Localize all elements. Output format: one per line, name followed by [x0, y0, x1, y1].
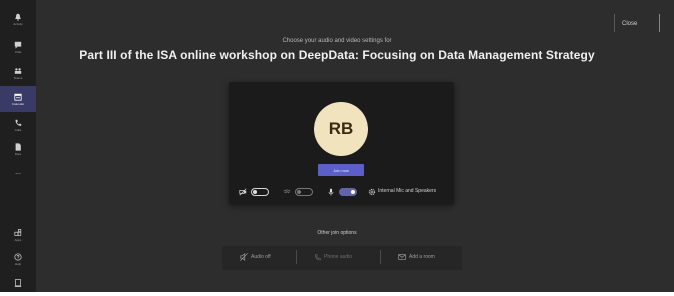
sidebar-item-calls[interactable]: Calls — [0, 112, 36, 138]
sidebar-item-activity[interactable]: Activity — [0, 6, 36, 32]
option-label: Add a room — [409, 254, 435, 260]
bell-icon — [15, 13, 21, 21]
avatar: RB — [314, 102, 368, 156]
phone-icon — [315, 253, 321, 260]
meeting-title: Part III of the ISA online workshop on D… — [79, 48, 595, 62]
sidebar-item-label: Calls — [14, 127, 22, 132]
option-label: Audio off — [251, 254, 271, 260]
sidebar-item-teams[interactable]: Teams — [0, 60, 36, 86]
toggle-knob — [297, 190, 301, 194]
option-label: Phone audio — [324, 254, 353, 260]
sidebar-item-device[interactable] — [0, 270, 36, 296]
settings-gear-icon — [368, 188, 376, 196]
sidebar-item-more[interactable]: ... — [0, 160, 36, 186]
more-icon: ... — [15, 169, 21, 176]
device-settings-link[interactable]: Internal Mic and Speakers — [378, 188, 436, 194]
help-icon — [14, 252, 22, 261]
join-now-button[interactable]: Join now — [318, 164, 364, 176]
sidebar-item-calendar[interactable]: Calendar — [0, 86, 36, 112]
calendar-icon — [14, 93, 22, 101]
sidebar-item-label: Help — [14, 261, 22, 266]
camera-off-icon — [239, 188, 247, 196]
sidebar-item-label: Teams — [13, 75, 23, 80]
sidebar-item-label: Apps — [14, 237, 22, 242]
microphone-toggle[interactable] — [339, 188, 357, 196]
sidebar-item-label: Calendar — [11, 101, 25, 106]
divider — [614, 14, 615, 32]
device-icon — [14, 279, 22, 287]
audio-off-option[interactable]: Audio off — [240, 252, 271, 262]
sidebar-item-help[interactable]: Help — [0, 246, 36, 272]
add-a-room-option[interactable]: Add a room — [398, 252, 435, 262]
prejoin-prompt: Choose your audio and video settings for — [282, 38, 392, 44]
teams-app: Activity Chat Teams Calendar Calls Files… — [0, 0, 674, 292]
divider — [380, 250, 381, 264]
sidebar-item-label: Files — [14, 151, 22, 156]
divider — [659, 14, 660, 32]
divider — [296, 250, 297, 264]
avatar-initials: RB — [328, 119, 354, 138]
microphone-icon — [328, 188, 334, 196]
sidebar-item-files[interactable]: Files — [0, 136, 36, 162]
other-join-options-heading: Other join options — [317, 230, 357, 236]
file-icon — [15, 142, 21, 151]
background-effects-toggle[interactable] — [295, 188, 313, 196]
teams-icon — [14, 67, 22, 74]
background-effects-icon — [283, 189, 291, 194]
sidebar-item-label: Activity — [13, 21, 23, 26]
speaker-off-icon — [240, 253, 248, 261]
phone-icon — [15, 119, 22, 126]
toggle-knob — [253, 190, 257, 194]
close-button[interactable]: Close — [622, 17, 656, 31]
camera-toggle[interactable] — [251, 188, 269, 196]
phone-audio-option[interactable]: Phone audio — [314, 252, 352, 262]
toggle-knob — [351, 190, 355, 194]
room-icon — [398, 254, 406, 260]
